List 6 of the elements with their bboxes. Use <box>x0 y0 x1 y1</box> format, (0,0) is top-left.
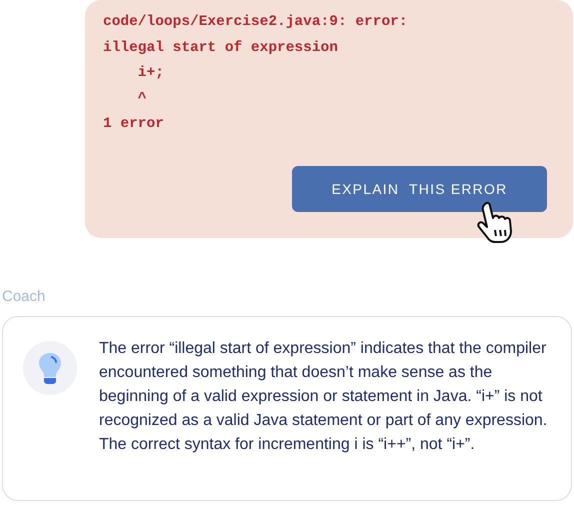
coach-label: Coach <box>2 288 46 305</box>
coach-message: The correct syntax for incrementing i is “i++”, not “i+”. <box>99 435 476 455</box>
coach-message: The error “illegal start of expression” indicates that the compiler encountered something that doesn’t make sense as the beginning of a valid expression or statement in Java. “i+” is not recognized as a valid Java statement or part of any expression. <box>99 339 548 431</box>
lightbulb-icon <box>23 341 77 395</box>
explain-button[interactable]: EXPLAIN THIS ERROR <box>292 166 547 212</box>
error-output: code/loops/Exercise2.java:9: error: illegal start of expression i+; ^ 1 error <box>103 13 408 134</box>
